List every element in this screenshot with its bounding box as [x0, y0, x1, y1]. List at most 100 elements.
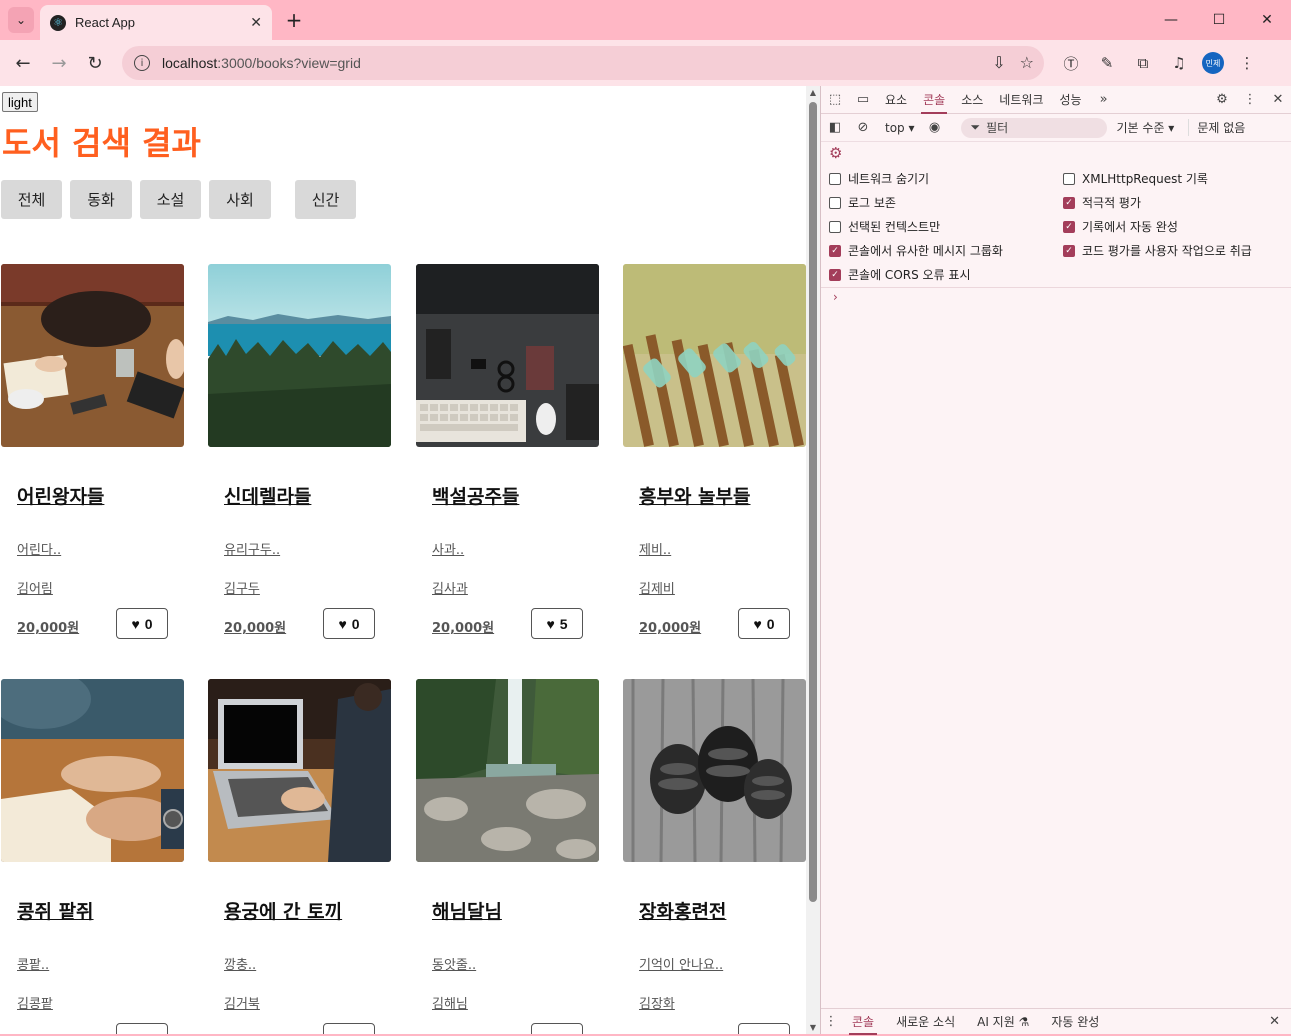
browser-tab[interactable]: ⚛ React App ✕	[40, 5, 272, 40]
site-info-icon[interactable]: i	[134, 55, 150, 71]
drawer-close-icon[interactable]: ✕	[1269, 1014, 1280, 1029]
live-expression-eye-icon[interactable]: ◉	[921, 114, 949, 142]
checkbox[interactable]	[829, 172, 841, 185]
book-card[interactable]: 용궁에 간 토끼 깡충.. 김거북 ♥	[208, 679, 391, 1034]
back-icon[interactable]: ←	[10, 50, 36, 76]
like-button[interactable]: ♥	[738, 1023, 790, 1034]
filter-fairytale-button[interactable]: 동화	[70, 180, 132, 219]
install-app-icon[interactable]: ⇩	[992, 53, 1005, 72]
console-settings-gear-icon[interactable]: ⚙	[829, 144, 842, 162]
address-bar[interactable]: i localhost:3000/books?view=grid ⇩ ☆	[122, 46, 1044, 80]
tab-console[interactable]: 콘솔	[915, 86, 953, 114]
book-title[interactable]: 어린왕자들	[17, 482, 104, 509]
setting-hide-network[interactable]: 네트워크 숨기기	[829, 170, 929, 187]
theme-toggle-button[interactable]: light	[2, 92, 38, 112]
checkbox-checked[interactable]: ✓	[1063, 196, 1075, 209]
issues-indicator[interactable]: 문제 없음	[1188, 119, 1245, 136]
like-button[interactable]: ♥ 0	[323, 608, 375, 639]
media-control-icon[interactable]: ♫	[1166, 50, 1192, 76]
book-title[interactable]: 흥부와 놀부들	[639, 482, 751, 509]
book-price[interactable]: 20,000원	[224, 617, 286, 636]
checkbox[interactable]	[829, 196, 841, 209]
drawer-menu-icon[interactable]: ⋮	[821, 1008, 841, 1036]
new-tab-icon[interactable]: +	[282, 8, 306, 32]
book-author[interactable]: 김어림	[17, 578, 53, 597]
tab-close-icon[interactable]: ✕	[250, 15, 262, 31]
book-title[interactable]: 콩쥐 팥쥐	[17, 897, 94, 924]
book-author[interactable]: 김사과	[432, 578, 468, 597]
minimize-icon[interactable]: —	[1147, 0, 1195, 40]
fence-bottles-photo[interactable]	[623, 264, 806, 447]
device-toolbar-icon[interactable]: ▭	[849, 86, 877, 114]
book-card[interactable]: 해님달님 동앗줄.. 김해님 ♥	[416, 679, 599, 1034]
like-button[interactable]: ♥ 0	[738, 608, 790, 639]
tab-search-icon[interactable]: ⌄	[8, 7, 34, 33]
filter-all-button[interactable]: 전체	[1, 180, 62, 219]
desk-keyboard-photo[interactable]	[416, 264, 599, 447]
setting-preserve-log[interactable]: 로그 보존	[829, 194, 896, 211]
scroll-up-icon[interactable]: ▲	[808, 88, 818, 97]
drawer-tab-whats-new[interactable]: 새로운 소식	[885, 1009, 966, 1035]
context-select[interactable]: top ▾	[885, 121, 915, 135]
book-author[interactable]: 김장화	[639, 993, 675, 1012]
setting-selected-context[interactable]: 선택된 컨텍스트만	[829, 218, 940, 235]
checkbox-checked[interactable]: ✓	[829, 268, 841, 281]
devtools-settings-icon[interactable]: ⚙	[1208, 86, 1236, 114]
tab-sources[interactable]: 소스	[953, 86, 991, 114]
tab-network[interactable]: 네트워크	[991, 86, 1051, 114]
book-description[interactable]: 사과..	[432, 539, 464, 558]
book-card[interactable]: 콩쥐 팥쥐 콩팥.. 김콩팥 ♥	[1, 679, 184, 1034]
tab-performance[interactable]: 성능	[1051, 86, 1089, 114]
book-card[interactable]: 어린왕자들 어린다.. 김어림 20,000원 ♥ 0	[1, 264, 184, 639]
profile-avatar[interactable]: 민제	[1202, 52, 1224, 74]
setting-group-similar[interactable]: ✓ 콘솔에서 유사한 메시지 그룹화	[829, 242, 1003, 259]
filter-society-button[interactable]: 사회	[209, 180, 271, 219]
scroll-down-icon[interactable]: ▼	[808, 1023, 818, 1032]
forward-icon[interactable]: →	[46, 50, 72, 76]
filter-new-button[interactable]: 신간	[295, 180, 356, 219]
checkbox[interactable]	[829, 220, 841, 233]
like-button[interactable]: ♥ 5	[531, 608, 583, 639]
browser-menu-icon[interactable]: ⋮	[1234, 50, 1260, 76]
book-card[interactable]: 백설공주들 사과.. 김사과 20,000원 ♥ 5	[416, 264, 599, 639]
book-description[interactable]: 제비..	[639, 539, 671, 558]
setting-eager-eval[interactable]: ✓ 적극적 평가	[1063, 194, 1141, 211]
like-button[interactable]: ♥	[116, 1023, 168, 1034]
book-card[interactable]: 흥부와 놀부들 제비.. 김제비 20,000원 ♥ 0	[623, 264, 806, 639]
lake-forest-photo[interactable]	[208, 264, 391, 447]
more-tabs-icon[interactable]: »	[1090, 86, 1118, 114]
checkbox-checked[interactable]: ✓	[1063, 220, 1075, 233]
clear-console-icon[interactable]: ⊘	[849, 114, 877, 142]
like-button[interactable]: ♥	[531, 1023, 583, 1034]
book-price[interactable]: 20,000원	[17, 617, 79, 636]
book-title[interactable]: 용궁에 간 토끼	[224, 897, 342, 924]
pinecones-bw-photo[interactable]	[623, 679, 806, 862]
book-title[interactable]: 신데렐라들	[224, 482, 311, 509]
book-title[interactable]: 백설공주들	[432, 482, 519, 509]
waterfall-rocks-photo[interactable]	[416, 679, 599, 862]
book-author[interactable]: 김거북	[224, 993, 260, 1012]
tab-elements[interactable]: 요소	[877, 86, 915, 114]
book-price[interactable]: 20,000원	[639, 617, 701, 636]
book-title[interactable]: 장화홍련전	[639, 897, 726, 924]
setting-log-xhr[interactable]: XMLHttpRequest 기록	[1063, 170, 1208, 187]
drawer-tab-console[interactable]: 콘솔	[841, 1009, 885, 1035]
eyedropper-icon[interactable]: ✎	[1094, 50, 1120, 76]
inspect-element-icon[interactable]: ⬚	[821, 86, 849, 114]
filter-novel-button[interactable]: 소설	[140, 180, 201, 219]
like-button[interactable]: ♥	[323, 1023, 375, 1034]
like-button[interactable]: ♥ 0	[116, 608, 168, 639]
maximize-icon[interactable]: ☐	[1195, 0, 1243, 40]
book-description[interactable]: 콩팥..	[17, 954, 49, 973]
cafe-table-photo[interactable]	[1, 264, 184, 447]
book-author[interactable]: 김구두	[224, 578, 260, 597]
devtools-close-icon[interactable]: ✕	[1264, 86, 1291, 114]
book-author[interactable]: 김해님	[432, 993, 468, 1012]
scroll-thumb[interactable]	[809, 102, 817, 902]
window-close-icon[interactable]: ✕	[1243, 0, 1291, 40]
book-description[interactable]: 동앗줄..	[432, 954, 476, 973]
checkbox-checked[interactable]: ✓	[1063, 244, 1075, 257]
page-scrollbar[interactable]: ▲ ▼	[806, 86, 820, 1034]
book-price[interactable]: 20,000원	[432, 617, 494, 636]
drawer-tab-ai-assistance[interactable]: AI 지원 ⚗	[966, 1009, 1040, 1035]
